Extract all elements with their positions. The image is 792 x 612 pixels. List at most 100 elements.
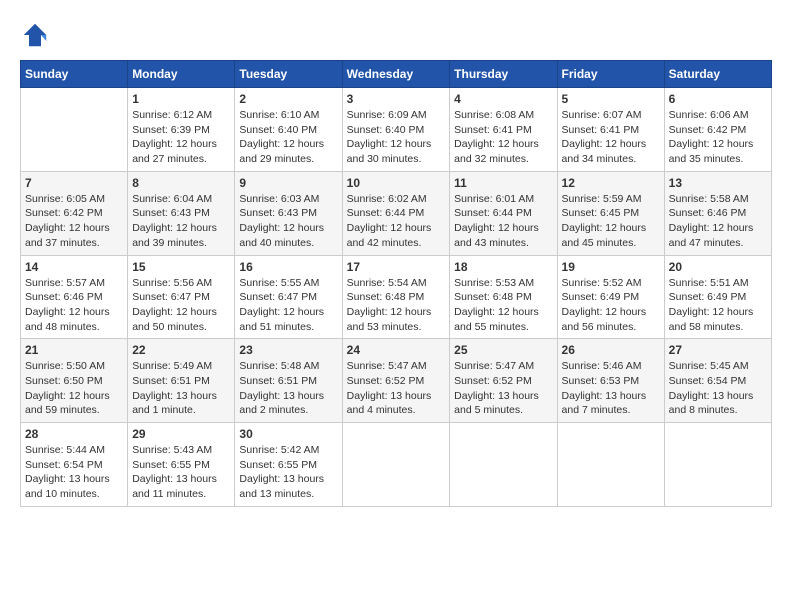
day-info: Sunrise: 5:47 AMSunset: 6:52 PMDaylight:…	[454, 359, 552, 418]
calendar-cell: 15 Sunrise: 5:56 AMSunset: 6:47 PMDayligh…	[128, 255, 235, 339]
calendar-cell	[21, 88, 128, 172]
day-number: 21	[25, 343, 123, 357]
calendar-cell: 12 Sunrise: 5:59 AMSunset: 6:45 PMDayligh…	[557, 171, 664, 255]
day-info: Sunrise: 5:54 AMSunset: 6:48 PMDaylight:…	[347, 276, 446, 335]
day-info: Sunrise: 5:49 AMSunset: 6:51 PMDaylight:…	[132, 359, 230, 418]
day-number: 16	[239, 260, 337, 274]
day-number: 25	[454, 343, 552, 357]
calendar-cell	[342, 423, 450, 507]
page-header	[20, 20, 772, 50]
day-info: Sunrise: 5:53 AMSunset: 6:48 PMDaylight:…	[454, 276, 552, 335]
day-number: 1	[132, 92, 230, 106]
day-info: Sunrise: 5:43 AMSunset: 6:55 PMDaylight:…	[132, 443, 230, 502]
day-info: Sunrise: 5:58 AMSunset: 6:46 PMDaylight:…	[669, 192, 767, 251]
day-number: 3	[347, 92, 446, 106]
day-number: 13	[669, 176, 767, 190]
day-number: 6	[669, 92, 767, 106]
column-header-saturday: Saturday	[664, 61, 771, 88]
calendar-cell: 21 Sunrise: 5:50 AMSunset: 6:50 PMDayligh…	[21, 339, 128, 423]
day-number: 2	[239, 92, 337, 106]
day-info: Sunrise: 5:56 AMSunset: 6:47 PMDaylight:…	[132, 276, 230, 335]
calendar-week-2: 7 Sunrise: 6:05 AMSunset: 6:42 PMDaylight…	[21, 171, 772, 255]
day-number: 20	[669, 260, 767, 274]
calendar-cell: 27 Sunrise: 5:45 AMSunset: 6:54 PMDayligh…	[664, 339, 771, 423]
day-number: 12	[562, 176, 660, 190]
day-number: 28	[25, 427, 123, 441]
day-number: 8	[132, 176, 230, 190]
day-info: Sunrise: 5:59 AMSunset: 6:45 PMDaylight:…	[562, 192, 660, 251]
day-number: 27	[669, 343, 767, 357]
day-info: Sunrise: 6:07 AMSunset: 6:41 PMDaylight:…	[562, 108, 660, 167]
day-info: Sunrise: 6:09 AMSunset: 6:40 PMDaylight:…	[347, 108, 446, 167]
day-number: 4	[454, 92, 552, 106]
day-info: Sunrise: 5:52 AMSunset: 6:49 PMDaylight:…	[562, 276, 660, 335]
calendar-cell: 17 Sunrise: 5:54 AMSunset: 6:48 PMDayligh…	[342, 255, 450, 339]
logo	[20, 20, 56, 50]
day-info: Sunrise: 6:12 AMSunset: 6:39 PMDaylight:…	[132, 108, 230, 167]
calendar-cell: 30 Sunrise: 5:42 AMSunset: 6:55 PMDayligh…	[235, 423, 342, 507]
calendar-week-1: 1 Sunrise: 6:12 AMSunset: 6:39 PMDaylight…	[21, 88, 772, 172]
day-info: Sunrise: 5:47 AMSunset: 6:52 PMDaylight:…	[347, 359, 446, 418]
day-info: Sunrise: 5:42 AMSunset: 6:55 PMDaylight:…	[239, 443, 337, 502]
day-number: 15	[132, 260, 230, 274]
calendar-cell: 22 Sunrise: 5:49 AMSunset: 6:51 PMDayligh…	[128, 339, 235, 423]
calendar-cell: 8Sunrise: 6:04 AMSunset: 6:43 PMDaylight…	[128, 171, 235, 255]
day-number: 9	[239, 176, 337, 190]
day-info: Sunrise: 5:46 AMSunset: 6:53 PMDaylight:…	[562, 359, 660, 418]
calendar-cell: 26 Sunrise: 5:46 AMSunset: 6:53 PMDayligh…	[557, 339, 664, 423]
day-number: 10	[347, 176, 446, 190]
day-info: Sunrise: 6:03 AMSunset: 6:43 PMDaylight:…	[239, 192, 337, 251]
day-info: Sunrise: 6:02 AMSunset: 6:44 PMDaylight:…	[347, 192, 446, 251]
calendar-week-3: 14 Sunrise: 5:57 AMSunset: 6:46 PMDayligh…	[21, 255, 772, 339]
day-number: 23	[239, 343, 337, 357]
day-info: Sunrise: 6:05 AMSunset: 6:42 PMDaylight:…	[25, 192, 123, 251]
calendar-cell	[557, 423, 664, 507]
calendar-week-5: 28 Sunrise: 5:44 AMSunset: 6:54 PMDayligh…	[21, 423, 772, 507]
day-number: 26	[562, 343, 660, 357]
day-info: Sunrise: 5:55 AMSunset: 6:47 PMDaylight:…	[239, 276, 337, 335]
calendar-cell: 3 Sunrise: 6:09 AMSunset: 6:40 PMDaylight…	[342, 88, 450, 172]
calendar-cell	[664, 423, 771, 507]
day-number: 11	[454, 176, 552, 190]
calendar-cell: 11 Sunrise: 6:01 AMSunset: 6:44 PMDayligh…	[450, 171, 557, 255]
day-number: 19	[562, 260, 660, 274]
day-number: 7	[25, 176, 123, 190]
calendar-cell: 5 Sunrise: 6:07 AMSunset: 6:41 PMDaylight…	[557, 88, 664, 172]
logo-icon	[20, 20, 50, 50]
day-info: Sunrise: 5:44 AMSunset: 6:54 PMDaylight:…	[25, 443, 123, 502]
column-header-tuesday: Tuesday	[235, 61, 342, 88]
calendar-cell: 24Sunrise: 5:47 AMSunset: 6:52 PMDayligh…	[342, 339, 450, 423]
calendar-cell: 13 Sunrise: 5:58 AMSunset: 6:46 PMDayligh…	[664, 171, 771, 255]
calendar-cell: 16 Sunrise: 5:55 AMSunset: 6:47 PMDayligh…	[235, 255, 342, 339]
calendar-cell: 1 Sunrise: 6:12 AMSunset: 6:39 PMDaylight…	[128, 88, 235, 172]
day-number: 17	[347, 260, 446, 274]
calendar-cell: 20 Sunrise: 5:51 AMSunset: 6:49 PMDayligh…	[664, 255, 771, 339]
day-info: Sunrise: 5:45 AMSunset: 6:54 PMDaylight:…	[669, 359, 767, 418]
day-info: Sunrise: 5:57 AMSunset: 6:46 PMDaylight:…	[25, 276, 123, 335]
calendar-cell: 10 Sunrise: 6:02 AMSunset: 6:44 PMDayligh…	[342, 171, 450, 255]
calendar-cell	[450, 423, 557, 507]
calendar-cell: 19 Sunrise: 5:52 AMSunset: 6:49 PMDayligh…	[557, 255, 664, 339]
calendar-table: SundayMondayTuesdayWednesdayThursdayFrid…	[20, 60, 772, 507]
calendar-week-4: 21 Sunrise: 5:50 AMSunset: 6:50 PMDayligh…	[21, 339, 772, 423]
calendar-header-row: SundayMondayTuesdayWednesdayThursdayFrid…	[21, 61, 772, 88]
calendar-cell: 4 Sunrise: 6:08 AMSunset: 6:41 PMDaylight…	[450, 88, 557, 172]
calendar-cell: 18Sunrise: 5:53 AMSunset: 6:48 PMDayligh…	[450, 255, 557, 339]
column-header-monday: Monday	[128, 61, 235, 88]
day-number: 14	[25, 260, 123, 274]
day-number: 30	[239, 427, 337, 441]
column-header-thursday: Thursday	[450, 61, 557, 88]
day-info: Sunrise: 6:06 AMSunset: 6:42 PMDaylight:…	[669, 108, 767, 167]
day-info: Sunrise: 5:48 AMSunset: 6:51 PMDaylight:…	[239, 359, 337, 418]
calendar-cell: 23 Sunrise: 5:48 AMSunset: 6:51 PMDayligh…	[235, 339, 342, 423]
day-number: 22	[132, 343, 230, 357]
calendar-cell: 9 Sunrise: 6:03 AMSunset: 6:43 PMDaylight…	[235, 171, 342, 255]
day-info: Sunrise: 6:08 AMSunset: 6:41 PMDaylight:…	[454, 108, 552, 167]
day-info: Sunrise: 5:51 AMSunset: 6:49 PMDaylight:…	[669, 276, 767, 335]
day-info: Sunrise: 5:50 AMSunset: 6:50 PMDaylight:…	[25, 359, 123, 418]
day-number: 5	[562, 92, 660, 106]
day-info: Sunrise: 6:01 AMSunset: 6:44 PMDaylight:…	[454, 192, 552, 251]
calendar-cell: 6 Sunrise: 6:06 AMSunset: 6:42 PMDaylight…	[664, 88, 771, 172]
calendar-cell: 28 Sunrise: 5:44 AMSunset: 6:54 PMDayligh…	[21, 423, 128, 507]
calendar-cell: 29Sunrise: 5:43 AMSunset: 6:55 PMDayligh…	[128, 423, 235, 507]
